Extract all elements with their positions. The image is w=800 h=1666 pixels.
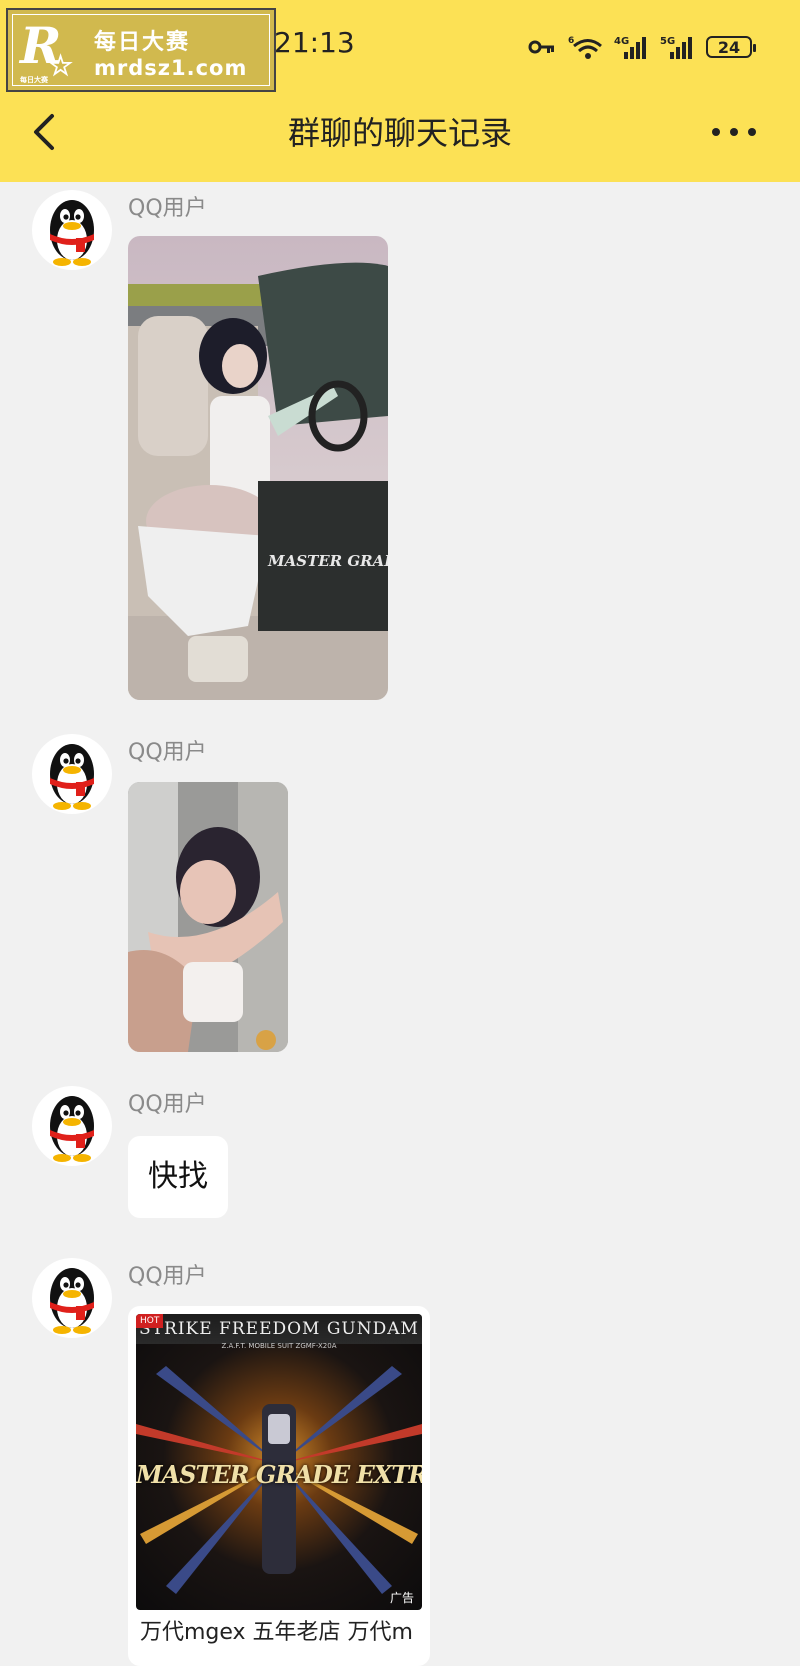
signal-icon: 5G bbox=[660, 36, 692, 59]
battery-indicator: 24 bbox=[706, 36, 756, 58]
watermark-title: 每日大赛 bbox=[94, 30, 191, 55]
ad-caption: 万代mgex 五年老店 万代m bbox=[140, 1620, 413, 1645]
wifi-icon: 6 bbox=[568, 36, 602, 59]
watermark-url: mrdsz1.com bbox=[94, 56, 248, 80]
sender-name: QQ用户 bbox=[128, 740, 207, 765]
status-icons: 6 4G 5G 24 bbox=[528, 32, 756, 62]
ad-image: STRIKE FREEDOM GUNDAM Z.A.F.T. MOBILE SU… bbox=[136, 1314, 422, 1610]
avatar[interactable] bbox=[32, 190, 112, 270]
svg-text:6: 6 bbox=[568, 36, 574, 46]
more-icon[interactable] bbox=[710, 120, 758, 144]
hot-badge: HOT bbox=[136, 1314, 164, 1328]
vpn-key-icon bbox=[528, 40, 554, 54]
svg-text:5G: 5G bbox=[660, 36, 675, 47]
ad-label: 广告 bbox=[389, 1591, 414, 1605]
photo-image: MASTER GRADE EX bbox=[128, 236, 388, 700]
avatar[interactable] bbox=[32, 1086, 112, 1166]
sender-name: QQ用户 bbox=[128, 196, 207, 221]
watermark-logo: R ☆ 每日大赛 bbox=[20, 16, 74, 85]
avatar[interactable] bbox=[32, 734, 112, 814]
top-bar: R ☆ 每日大赛 每日大赛 mrdsz1.com 21:13 6 4G 5G 2… bbox=[0, 0, 800, 182]
message-photo[interactable] bbox=[128, 782, 288, 1052]
qq-penguin-icon bbox=[40, 1090, 104, 1162]
text-bubble[interactable]: 快找 bbox=[128, 1136, 228, 1218]
signal-icon: 4G bbox=[614, 36, 646, 59]
message-photo[interactable]: MASTER GRADE EX bbox=[128, 236, 388, 700]
qq-penguin-icon bbox=[40, 1262, 104, 1334]
qq-penguin-icon bbox=[40, 738, 104, 810]
status-time: 21:13 bbox=[274, 26, 355, 59]
svg-text:MASTER GRADE EX: MASTER GRADE EX bbox=[267, 552, 388, 570]
page-title: 群聊的聊天记录 bbox=[287, 114, 512, 152]
sender-name: QQ用户 bbox=[128, 1092, 207, 1117]
ad-banner: STRIKE FREEDOM GUNDAM bbox=[136, 1314, 422, 1344]
avatar[interactable] bbox=[32, 1258, 112, 1338]
svg-text:4G: 4G bbox=[614, 36, 629, 47]
ad-card[interactable]: STRIKE FREEDOM GUNDAM Z.A.F.T. MOBILE SU… bbox=[128, 1306, 430, 1666]
ad-headline: MASTER GRADE EXTREME bbox=[136, 1460, 422, 1489]
sender-name: QQ用户 bbox=[128, 1264, 207, 1289]
qq-penguin-icon bbox=[40, 194, 104, 266]
ad-banner-sub: Z.A.F.T. MOBILE SUIT ZGMF-X20A bbox=[221, 1342, 337, 1350]
photo-image bbox=[128, 782, 288, 1052]
watermark: R ☆ 每日大赛 每日大赛 mrdsz1.com bbox=[6, 8, 276, 92]
